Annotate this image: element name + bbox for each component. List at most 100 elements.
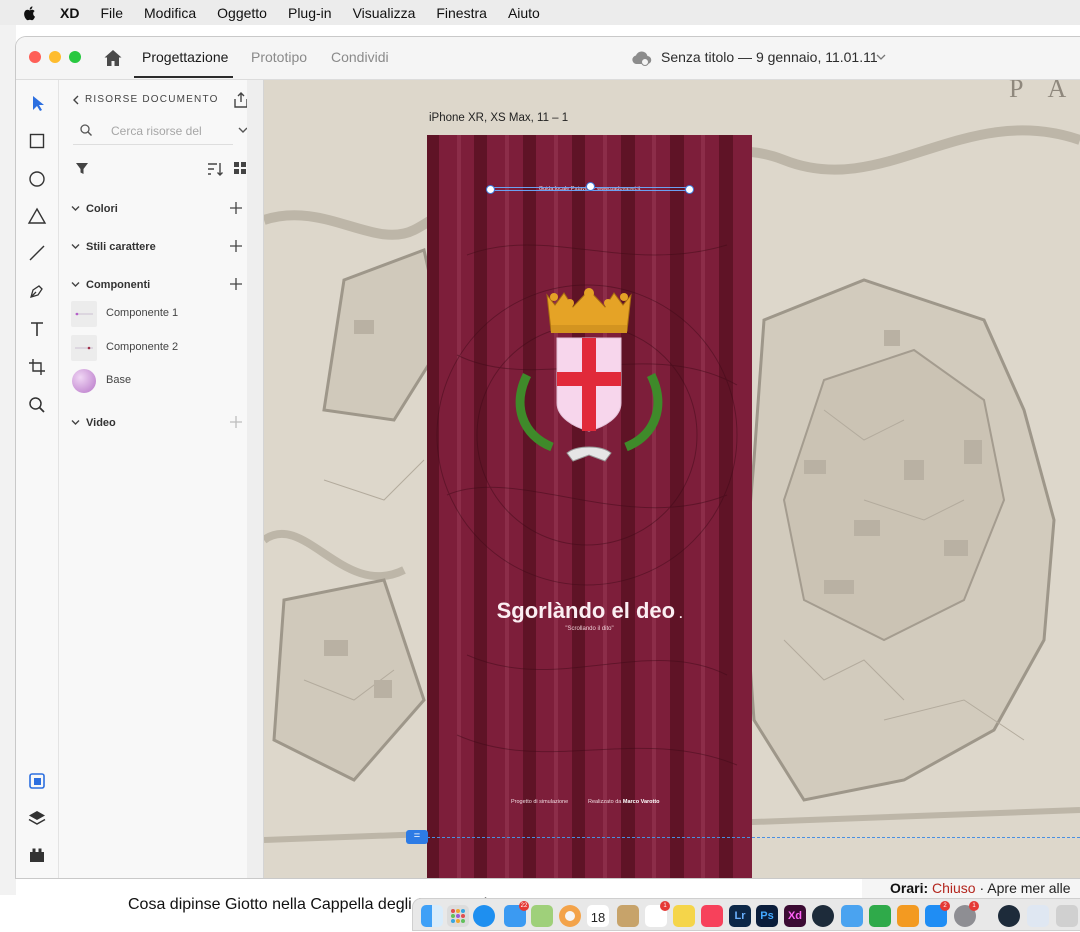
subheadline-text[interactable]: "Scrollando il dito"	[427, 626, 752, 632]
assets-search-input[interactable]	[109, 121, 233, 141]
apple-icon[interactable]	[22, 5, 38, 21]
safari-icon[interactable]	[473, 905, 495, 927]
layers-icon[interactable]	[26, 807, 48, 829]
league-client-icon[interactable]	[998, 905, 1020, 927]
filter-icon[interactable]	[75, 162, 89, 176]
trash-icon[interactable]	[1056, 905, 1078, 927]
component-thumbnail	[71, 368, 97, 394]
background-browser-edge	[0, 25, 16, 895]
menu-file[interactable]: File	[100, 5, 123, 21]
plugins-icon[interactable]	[26, 844, 48, 866]
pages-icon[interactable]	[897, 905, 919, 927]
selection-handle[interactable]	[586, 182, 595, 191]
photoshop-icon[interactable]: Ps	[756, 905, 778, 927]
calendar-icon[interactable]: 18	[587, 905, 609, 927]
settings-badge: 1	[969, 901, 979, 911]
home-icon[interactable]	[103, 48, 123, 68]
close-window-button[interactable]	[29, 51, 41, 63]
artboard[interactable]: Guida locale Patavina · www.padovanet.it…	[427, 135, 752, 878]
component-thumbnail	[71, 301, 97, 327]
scroll-guide-handle[interactable]: =	[406, 830, 428, 844]
notes-app-icon[interactable]	[617, 905, 639, 927]
pen-tool-icon[interactable]	[26, 280, 48, 302]
display-icon[interactable]	[1027, 905, 1049, 927]
menu-aiuto[interactable]: Aiuto	[508, 5, 540, 21]
section-video[interactable]: Video	[71, 417, 116, 429]
document-title[interactable]: Senza titolo — 9 gennaio, 11.01.11	[630, 49, 878, 65]
back-chevron-icon[interactable]	[71, 95, 81, 105]
numbers-icon[interactable]	[869, 905, 891, 927]
section-components[interactable]: Componenti	[71, 279, 150, 291]
menu-modifica[interactable]: Modifica	[144, 5, 196, 21]
select-tool-icon[interactable]	[26, 92, 48, 114]
artboard-background	[427, 135, 752, 878]
menu-bar: XD File Modifica Oggetto Plug-in Visuali…	[0, 0, 1080, 25]
music-icon[interactable]	[701, 905, 723, 927]
footer-right-text[interactable]: Realizzato da Marco Varotto	[588, 799, 660, 805]
text-tool-icon[interactable]	[26, 318, 48, 340]
selection-handle[interactable]	[486, 185, 495, 194]
title-bar: Progettazione Prototipo Condividi Senza …	[16, 37, 1080, 80]
menu-app-name[interactable]: XD	[60, 5, 79, 21]
add-color-icon[interactable]	[230, 202, 242, 214]
grid-view-icon[interactable]	[233, 161, 247, 175]
component-item[interactable]: Componente 1	[71, 301, 241, 327]
minimize-window-button[interactable]	[49, 51, 61, 63]
artboard-name[interactable]: iPhone XR, XS Max, 11 – 1	[429, 112, 568, 124]
menu-visualizza[interactable]: Visualizza	[353, 5, 416, 21]
tools-bar	[16, 80, 59, 878]
ellipse-tool-icon[interactable]	[26, 168, 48, 190]
polygon-tool-icon[interactable]	[26, 205, 48, 227]
finder-icon[interactable]	[421, 905, 443, 927]
notes-icon[interactable]	[673, 905, 695, 927]
footer-left-text[interactable]: Progetto di simulazione	[511, 799, 568, 805]
launchpad-icon[interactable]	[447, 905, 469, 927]
artboard-tool-icon[interactable]	[26, 356, 48, 378]
chevron-down-icon[interactable]	[875, 51, 887, 63]
zoom-window-button[interactable]	[69, 51, 81, 63]
sort-icon[interactable]	[206, 160, 224, 178]
component-item[interactable]: Base	[71, 368, 241, 394]
search-icon	[80, 124, 92, 136]
xd-icon[interactable]: Xd	[784, 905, 806, 927]
menu-plugin[interactable]: Plug-in	[288, 5, 332, 21]
add-component-icon[interactable]	[230, 278, 242, 290]
mail-badge: 22	[519, 901, 529, 911]
section-colors[interactable]: Colori	[71, 203, 118, 215]
add-video-icon[interactable]	[230, 416, 242, 428]
menu-oggetto[interactable]: Oggetto	[217, 5, 267, 21]
component-label: Componente 2	[106, 341, 179, 353]
preview-icon[interactable]	[841, 905, 863, 927]
rectangle-tool-icon[interactable]	[26, 130, 48, 152]
document-assets-icon[interactable]	[26, 770, 48, 792]
caret-down-icon	[71, 420, 80, 425]
design-canvas[interactable]: P A iPhone XR, XS Max, 11 – 1 Guida loca…	[264, 80, 1080, 878]
assets-panel: RISORSE DOCUMENTO Colori Stili carattere…	[59, 80, 248, 878]
component-thumbnail	[71, 335, 97, 361]
line-tool-icon[interactable]	[26, 242, 48, 264]
maps-icon[interactable]	[531, 905, 553, 927]
caret-down-icon	[71, 282, 80, 287]
svg-text:P A: P A	[1009, 80, 1076, 103]
panel-scrollbar[interactable]	[247, 80, 263, 878]
tab-prototipo[interactable]: Prototipo	[251, 49, 307, 65]
headline-text[interactable]: Sgorlàndo el deo.	[427, 598, 752, 624]
add-char-style-icon[interactable]	[230, 240, 242, 252]
orari-status: Chiuso	[932, 880, 976, 896]
component-item[interactable]: Componente 2	[71, 335, 241, 361]
orari-rest: · Apre mer alle	[979, 880, 1071, 896]
lightroom-icon[interactable]: Lr	[729, 905, 751, 927]
reminders-badge: 1	[660, 901, 670, 911]
section-char-styles[interactable]: Stili carattere	[71, 241, 156, 253]
scroll-guide-line[interactable]	[427, 837, 1080, 838]
search-underline	[73, 144, 233, 145]
league-icon[interactable]	[812, 905, 834, 927]
selection-handle[interactable]	[685, 185, 694, 194]
tab-condividi[interactable]: Condividi	[331, 49, 389, 65]
panel-title: RISORSE DOCUMENTO	[85, 94, 219, 105]
photos-icon[interactable]	[559, 905, 581, 927]
active-tab-indicator	[134, 76, 233, 78]
menu-finestra[interactable]: Finestra	[436, 5, 487, 21]
tab-progettazione[interactable]: Progettazione	[142, 49, 228, 65]
zoom-tool-icon[interactable]	[26, 394, 48, 416]
